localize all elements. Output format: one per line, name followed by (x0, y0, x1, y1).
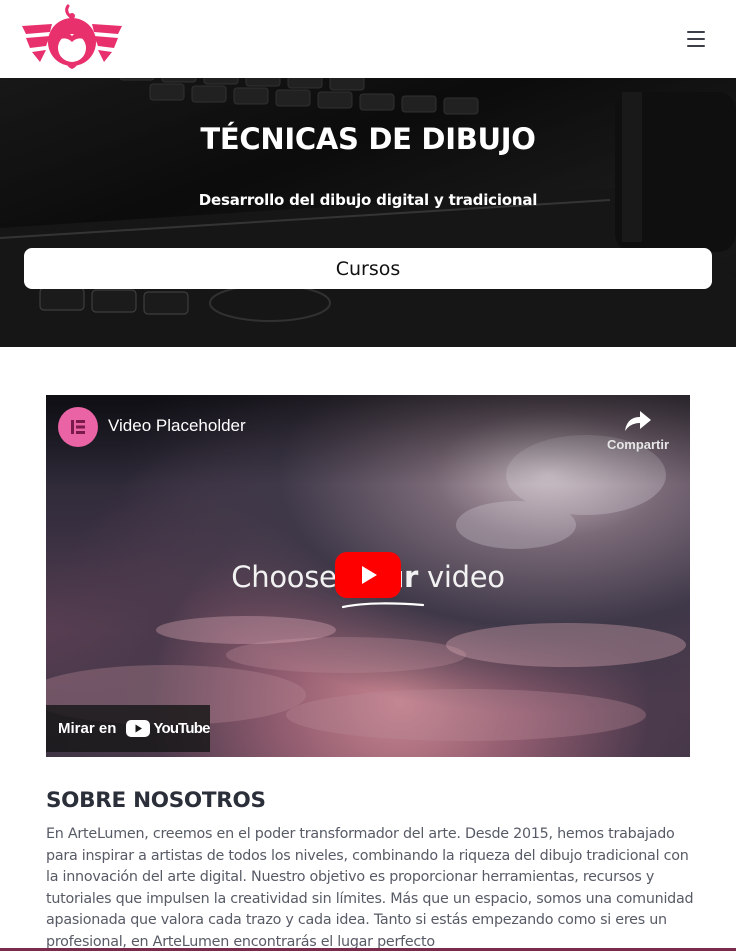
hero-overlay (0, 78, 736, 347)
about-text: En ArteLumen, creemos en el poder transf… (46, 826, 694, 950)
site-header (0, 0, 736, 78)
overlay-underline (341, 602, 425, 609)
video-top-shade (46, 395, 690, 485)
about-title: SOBRE NOSOTROS (46, 788, 266, 813)
youtube-label: YouTube (153, 720, 210, 737)
menu-line (687, 31, 705, 33)
video-title[interactable]: Video Placeholder (108, 416, 246, 436)
hamburger-menu-icon[interactable] (684, 29, 708, 49)
overlay-text-end: video (418, 560, 505, 594)
hero-title: TÉCNICAS DE DIBUJO (200, 122, 536, 156)
video-embed[interactable]: Video Placeholder Compartir Choose your … (46, 395, 690, 757)
share-button[interactable]: Compartir (598, 407, 678, 457)
hero-subtitle: Desarrollo del dibujo digital y tradicio… (198, 191, 538, 209)
play-icon[interactable] (335, 552, 401, 598)
hero-banner: TÉCNICAS DE DIBUJO Desarrollo del dibujo… (0, 78, 736, 347)
courses-button[interactable]: Cursos (24, 248, 712, 289)
overlay-text-start: Choose (231, 560, 346, 594)
watch-on-label: Mirar en (58, 720, 117, 737)
elementor-icon[interactable] (58, 407, 98, 447)
menu-line (687, 38, 705, 40)
artelumen-logo-icon[interactable] (20, 2, 124, 74)
share-icon (625, 411, 651, 431)
share-label: Compartir (606, 437, 670, 452)
menu-line (687, 45, 705, 47)
watch-on-youtube-button[interactable]: Mirar en YouTube (46, 705, 211, 752)
youtube-logo-icon: YouTube (126, 720, 211, 737)
